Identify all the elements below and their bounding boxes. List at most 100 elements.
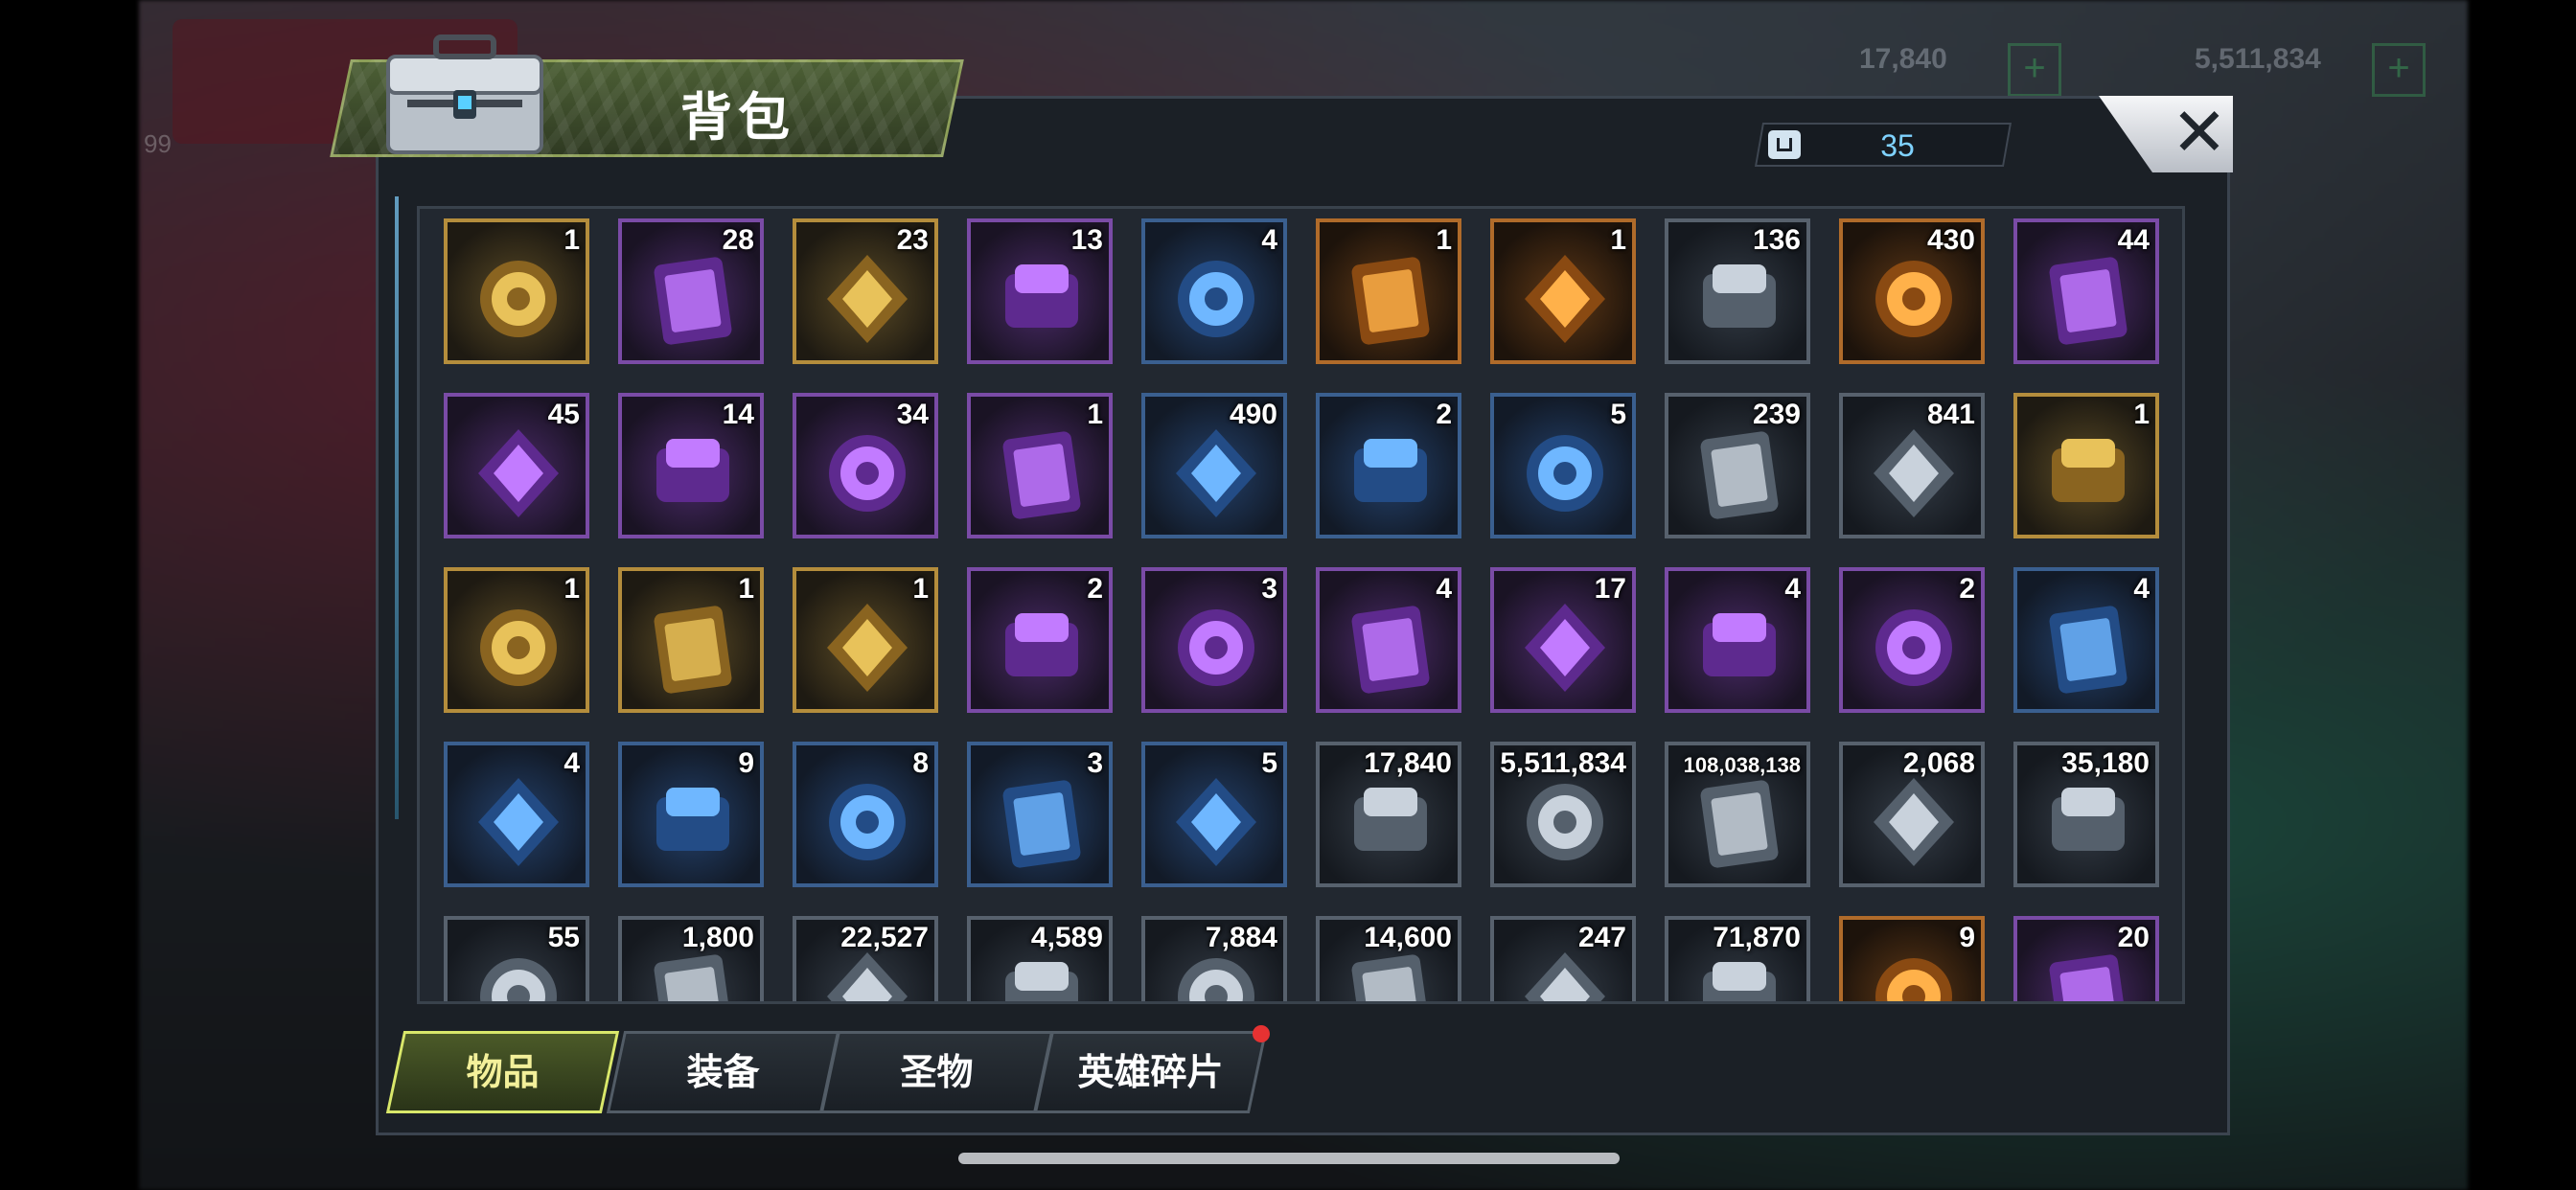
item-slot[interactable]: 1	[1490, 218, 1636, 364]
item-count: 4	[564, 747, 580, 779]
item-slot[interactable]: 2,068	[1839, 742, 1985, 887]
item-slot[interactable]: 2	[1316, 393, 1461, 538]
bag-icon	[1768, 130, 1801, 159]
item-slot[interactable]: 108,038,138	[1665, 742, 1810, 887]
item-count: 2	[1436, 399, 1452, 430]
item-slot[interactable]: 3	[1141, 567, 1287, 713]
cinema-ticket-icon	[1176, 429, 1256, 517]
item-slot[interactable]: 4	[1665, 567, 1810, 713]
item-slot[interactable]: 20	[2013, 916, 2159, 1001]
item-slot[interactable]: 4	[1141, 218, 1287, 364]
item-slot[interactable]: 4	[2013, 567, 2159, 713]
item-slot[interactable]: 430	[1839, 218, 1985, 364]
item-slot[interactable]: 1	[444, 218, 589, 364]
item-slot[interactable]: 841	[1839, 393, 1985, 538]
item-slot[interactable]: 7,884	[1141, 916, 1287, 1001]
item-count: 22,527	[840, 922, 929, 953]
item-grid-frame[interactable]: 1 28 23 13 4 1 1 136 430 44 45 14 34 1 490 2 5 239 841 1 1 1 1…	[417, 206, 2185, 1004]
hat-blueprint-gold-icon	[654, 606, 732, 694]
item-count: 1	[564, 224, 580, 256]
item-slot[interactable]: 5	[1141, 742, 1287, 887]
item-count: 17	[1594, 573, 1626, 605]
item-slot[interactable]: 28	[618, 218, 764, 364]
item-slot[interactable]: 8	[793, 742, 938, 887]
item-slot[interactable]: 14	[618, 393, 764, 538]
scroll-indicator[interactable]	[395, 196, 399, 819]
item-slot[interactable]: 2	[967, 567, 1113, 713]
sword-blueprint-blue-icon	[2049, 606, 2128, 694]
tab-label[interactable]: 英雄碎片	[1043, 1044, 1258, 1102]
item-slot[interactable]: 1	[444, 567, 589, 713]
item-slot[interactable]: 247	[1490, 916, 1636, 1001]
item-slot[interactable]: 4	[1316, 567, 1461, 713]
item-slot[interactable]: 13	[967, 218, 1113, 364]
item-slot[interactable]: 5	[1490, 393, 1636, 538]
tab-label[interactable]: 物品	[395, 1044, 610, 1102]
item-count: 4	[2133, 573, 2150, 605]
item-slot[interactable]: 136	[1665, 218, 1810, 364]
item-slot[interactable]: 34	[793, 393, 938, 538]
item-slot[interactable]: 1	[967, 393, 1113, 538]
item-count: 1	[1087, 399, 1103, 430]
item-count: 430	[1926, 224, 1975, 256]
item-slot[interactable]: 490	[1141, 393, 1287, 538]
hat-blueprint-blue-icon	[829, 784, 906, 860]
item-slot[interactable]: 14,600	[1316, 916, 1461, 1001]
item-slot[interactable]: 17,840	[1316, 742, 1461, 887]
background-resource-2: 5,511,834	[2195, 43, 2321, 75]
item-count: 9	[738, 747, 754, 779]
home-indicator[interactable]	[958, 1153, 1620, 1164]
item-slot[interactable]: 71,870	[1665, 916, 1810, 1001]
item-count: 1	[564, 573, 580, 605]
item-count: 5	[1261, 747, 1277, 779]
item-count: 35,180	[2061, 747, 2150, 779]
bottle-cap-blue-icon	[1527, 435, 1603, 512]
item-count: 2,068	[1902, 747, 1975, 779]
item-slot[interactable]: 2	[1839, 567, 1985, 713]
item-slot[interactable]: 4	[444, 742, 589, 887]
item-count: 17,840	[1364, 747, 1452, 779]
item-count: 490	[1229, 399, 1277, 430]
gun-blueprint-purple-icon	[1875, 609, 1952, 686]
tab-label[interactable]: 装备	[615, 1044, 831, 1102]
item-slot[interactable]: 239	[1665, 393, 1810, 538]
page-title: 背包	[680, 89, 795, 147]
item-slot[interactable]: 1	[1316, 218, 1461, 364]
film-reel-icon	[2049, 257, 2128, 345]
tab-label[interactable]: 圣物	[829, 1044, 1045, 1102]
item-slot[interactable]: 44	[2013, 218, 2159, 364]
item-slot[interactable]: 1	[618, 567, 764, 713]
item-count: 2	[1959, 573, 1975, 605]
item-slot[interactable]: 4,589	[967, 916, 1113, 1001]
silver-emblem-icon	[1525, 255, 1605, 343]
close-icon[interactable]: ✕	[2166, 94, 2233, 171]
item-slot[interactable]: 3	[967, 742, 1113, 887]
item-slot[interactable]: 9	[1839, 916, 1985, 1001]
item-slot[interactable]: 35,180	[2013, 742, 2159, 887]
notification-dot	[1253, 1025, 1270, 1042]
bottle-cap-red-icon	[1703, 264, 1776, 328]
item-count: 3	[1087, 747, 1103, 779]
background-plus-icon: +	[2372, 43, 2426, 97]
item-slot[interactable]: 22,527	[793, 916, 938, 1001]
item-count: 8	[912, 747, 929, 779]
item-slot[interactable]: 1,800	[618, 916, 764, 1001]
item-count: 239	[1752, 399, 1801, 430]
item-count: 5	[1610, 399, 1626, 430]
gun-blueprint-blue-icon	[1002, 780, 1081, 868]
item-slot[interactable]: 23	[793, 218, 938, 364]
item-count: 841	[1926, 399, 1975, 430]
item-slot[interactable]: 55	[444, 916, 589, 1001]
item-slot[interactable]: 17	[1490, 567, 1636, 713]
item-slot[interactable]: 1	[2013, 393, 2159, 538]
item-slot[interactable]: 45	[444, 393, 589, 538]
green-canister-icon	[1700, 780, 1779, 868]
item-count: 7,884	[1205, 922, 1277, 953]
speedup-4h-icon	[1178, 261, 1254, 337]
item-count: 136	[1752, 224, 1801, 256]
item-slot[interactable]: 5,511,834	[1490, 742, 1636, 887]
glasses-blueprint-purple-icon	[1178, 609, 1254, 686]
glasses-blueprint-gold-icon	[480, 609, 557, 686]
item-slot[interactable]: 9	[618, 742, 764, 887]
item-slot[interactable]: 1	[793, 567, 938, 713]
